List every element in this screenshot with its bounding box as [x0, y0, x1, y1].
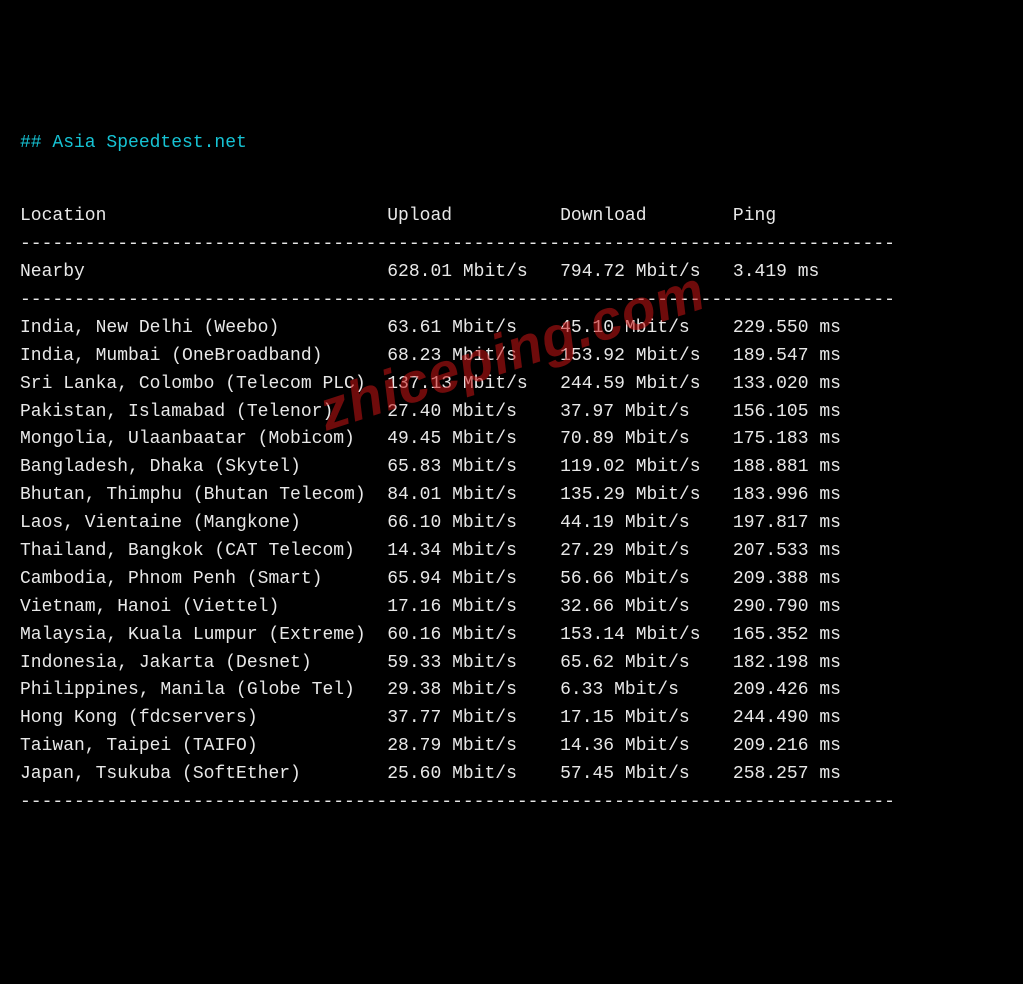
table-row: Bhutan, Thimphu (Bhutan Telecom) 84.01 M… [20, 482, 1003, 510]
separator: ----------------------------------------… [20, 231, 1003, 259]
table-row: Bangladesh, Dhaka (Skytel) 65.83 Mbit/s … [20, 454, 1003, 482]
table-row: Pakistan, Islamabad (Telenor) 27.40 Mbit… [20, 399, 1003, 427]
table-row: Sri Lanka, Colombo (Telecom PLC) 137.13 … [20, 371, 1003, 399]
nearby-row: Nearby 628.01 Mbit/s 794.72 Mbit/s 3.419… [20, 259, 1003, 287]
table-row: Philippines, Manila (Globe Tel) 29.38 Mb… [20, 677, 1003, 705]
table-row: India, Mumbai (OneBroadband) 68.23 Mbit/… [20, 343, 1003, 371]
table-row: Malaysia, Kuala Lumpur (Extreme) 60.16 M… [20, 622, 1003, 650]
table-row: India, New Delhi (Weebo) 63.61 Mbit/s 45… [20, 315, 1003, 343]
table-row: Cambodia, Phnom Penh (Smart) 65.94 Mbit/… [20, 566, 1003, 594]
table-row: Taiwan, Taipei (TAIFO) 28.79 Mbit/s 14.3… [20, 733, 1003, 761]
section-title: ## Asia Speedtest.net [20, 130, 1003, 158]
table-header: Location Upload Download Ping [20, 203, 1003, 231]
table-row: Thailand, Bangkok (CAT Telecom) 14.34 Mb… [20, 538, 1003, 566]
table-row: Hong Kong (fdcservers) 37.77 Mbit/s 17.1… [20, 705, 1003, 733]
table-row: Indonesia, Jakarta (Desnet) 59.33 Mbit/s… [20, 650, 1003, 678]
separator: ----------------------------------------… [20, 287, 1003, 315]
table-row: Vietnam, Hanoi (Viettel) 17.16 Mbit/s 32… [20, 594, 1003, 622]
table-row: Mongolia, Ulaanbaatar (Mobicom) 49.45 Mb… [20, 426, 1003, 454]
speedtest-table: Location Upload Download Ping-----------… [20, 203, 1003, 817]
table-row: Laos, Vientaine (Mangkone) 66.10 Mbit/s … [20, 510, 1003, 538]
separator: ----------------------------------------… [20, 789, 1003, 817]
table-row: Japan, Tsukuba (SoftEther) 25.60 Mbit/s … [20, 761, 1003, 789]
